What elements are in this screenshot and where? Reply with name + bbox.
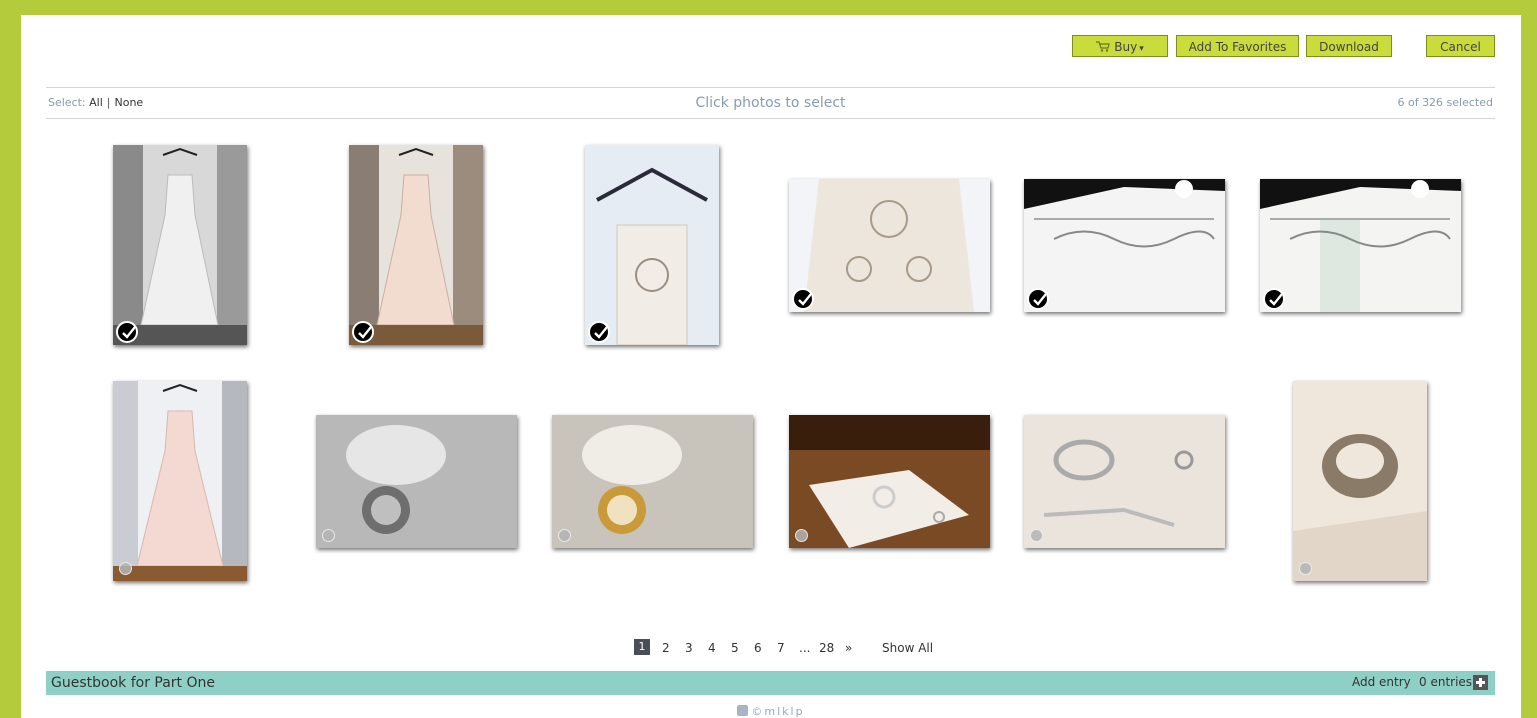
page-link[interactable]: 5 [731,641,739,655]
unselected-radio-icon [795,529,808,542]
page-link[interactable]: 6 [754,641,762,655]
selected-check-icon [1027,288,1049,310]
page-link[interactable]: 4 [708,641,716,655]
photo-image [1293,381,1427,581]
photo-image [316,415,517,548]
photo-thumbnail[interactable] [113,381,247,581]
plus-icon[interactable] [1473,675,1488,690]
photo-image [113,145,247,345]
gallery-page: Buy ▾ Add To Favorites Download Cancel Se… [21,15,1521,718]
toolbar: Buy ▾ Add To Favorites Download Cancel [21,35,1521,59]
download-button[interactable]: Download [1306,35,1392,57]
photo-image [1024,415,1225,548]
select-separator: | [106,96,111,109]
cart-icon [1096,41,1111,52]
page-link[interactable]: 3 [685,641,693,655]
photo-thumbnail[interactable] [1024,179,1225,312]
guestbook-bar: Guestbook for Part One Add entry 0 entri… [46,671,1495,695]
unselected-radio-icon [119,562,132,575]
add-entry-link[interactable]: Add entry [1352,675,1411,689]
page-ellipsis: ... [799,641,811,655]
photo-thumbnail[interactable] [1024,415,1225,548]
pagination: 1 2 3 4 5 6 7 ... 28 » Show All [21,639,1521,657]
footer: ©mlklp [21,705,1521,718]
photo-thumbnail[interactable] [552,415,753,548]
unselected-radio-icon [322,529,335,542]
photo-thumbnail[interactable] [1260,179,1461,312]
select-all-link[interactable]: All [89,96,103,109]
photo-thumbnail[interactable] [316,415,517,548]
add-to-favorites-button[interactable]: Add To Favorites [1176,35,1299,57]
photo-image [585,145,719,345]
photo-thumbnail[interactable] [349,145,483,345]
buy-label: Buy [1114,40,1138,54]
next-page-link[interactable]: » [845,641,852,655]
selected-check-icon [352,321,374,343]
selected-check-icon [588,321,610,343]
photo-image [1024,179,1225,312]
show-all-link[interactable]: Show All [882,641,933,655]
select-instruction: Click photos to select [695,95,846,111]
cancel-button[interactable]: Cancel [1426,35,1495,57]
select-none-link[interactable]: None [115,96,144,109]
photo-image [1260,179,1461,312]
photo-image [349,145,483,345]
photo-thumbnail[interactable] [789,179,990,312]
photo-image [789,179,990,312]
selected-check-icon [1263,288,1285,310]
photo-thumbnail[interactable] [789,415,990,548]
photo-image [552,415,753,548]
photo-image [113,381,247,581]
unselected-radio-icon [558,529,571,542]
selected-check-icon [116,321,138,343]
page-link-last[interactable]: 28 [819,641,834,655]
chevron-down-icon: ▾ [1139,44,1144,54]
selection-bar: Select: All | None Click photos to select … [46,87,1495,119]
photo-thumbnail[interactable] [1293,381,1427,581]
unselected-radio-icon [1299,562,1312,575]
rss-icon[interactable] [737,705,749,716]
page-1-current[interactable]: 1 [634,639,650,655]
page-link[interactable]: 2 [662,641,670,655]
selected-check-icon [792,288,814,310]
page-link[interactable]: 7 [777,641,785,655]
photo-image [789,415,990,548]
footer-credit: ©mlklp [751,705,805,718]
entries-count: 0 entries [1419,675,1473,689]
select-controls: Select: All | None [48,96,143,109]
unselected-radio-icon [1030,529,1043,542]
guestbook-title: Guestbook for Part One [51,675,215,691]
photo-thumbnail[interactable] [585,145,719,345]
buy-button[interactable]: Buy ▾ [1072,35,1168,57]
photo-thumbnail[interactable] [113,145,247,345]
selected-count: 6 of 326 selected [1397,96,1493,109]
select-prefix: Select: [48,96,86,109]
